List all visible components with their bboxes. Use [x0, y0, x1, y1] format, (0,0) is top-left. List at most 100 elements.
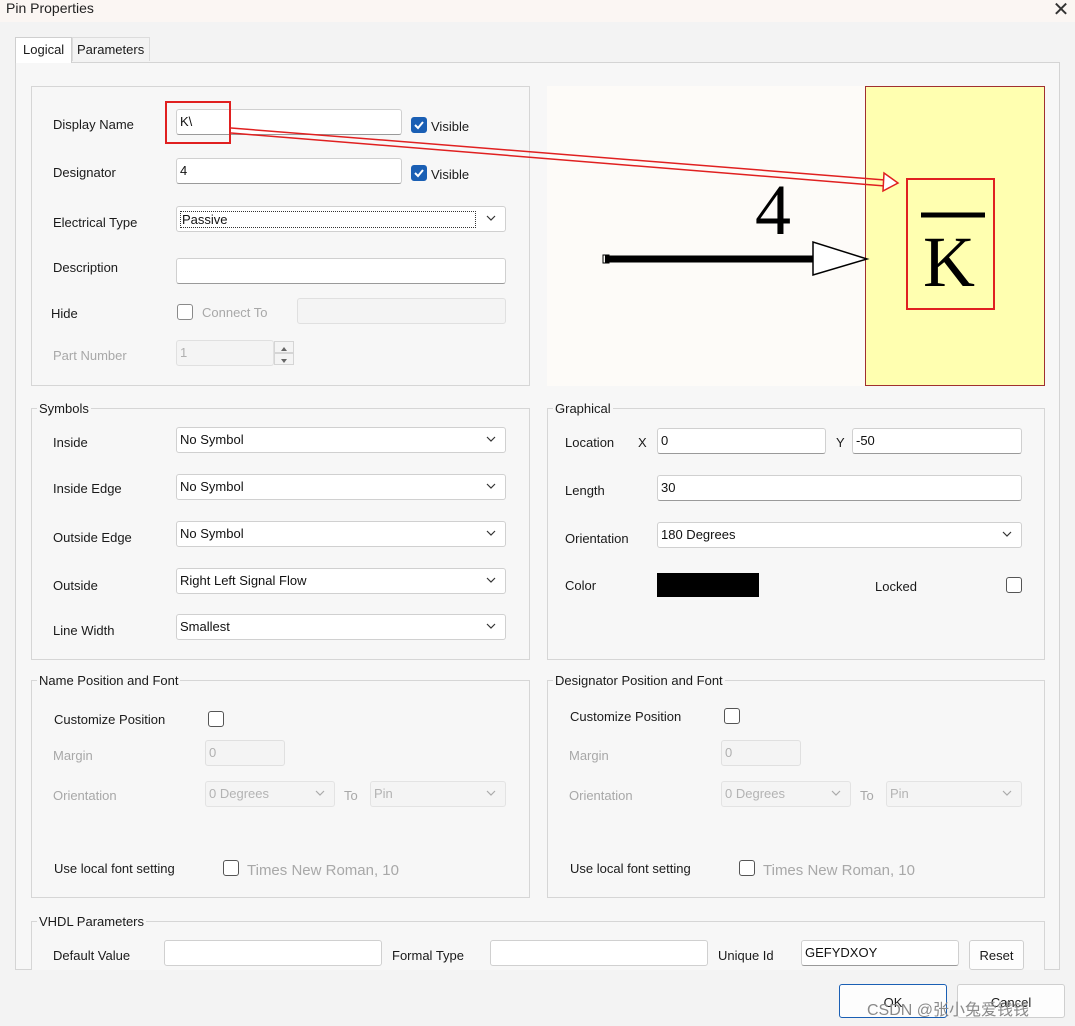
color-label: Color [565, 578, 597, 593]
window-title: Pin Properties [6, 0, 94, 16]
designator-orientation-value: 0 Degrees [725, 786, 785, 801]
designator-to-select[interactable]: Pin [886, 781, 1022, 807]
name-customize-checkbox[interactable] [208, 711, 224, 727]
location-x-input[interactable]: 0 [657, 428, 826, 454]
chevron-down-icon [485, 787, 497, 799]
name-orientation-label: Orientation [53, 788, 117, 803]
close-icon[interactable]: ✕ [1050, 0, 1072, 22]
reset-button[interactable]: Reset [969, 940, 1024, 970]
outside-select[interactable]: Right Left Signal Flow [176, 568, 506, 594]
inside-edge-select[interactable]: No Symbol [176, 474, 506, 500]
orientation-label: Orientation [565, 531, 629, 546]
outside-edge-select[interactable]: No Symbol [176, 521, 506, 547]
inside-edge-label: Inside Edge [53, 481, 122, 496]
chevron-down-icon [485, 620, 497, 632]
designator-local-font-checkbox[interactable] [739, 860, 755, 876]
name-to-label: To [344, 788, 358, 803]
name-local-font-checkbox[interactable] [223, 860, 239, 876]
electrical-type-select[interactable]: Passive [176, 206, 506, 232]
designator-orientation-label: Orientation [569, 788, 633, 803]
part-number-down-button[interactable] [274, 353, 294, 365]
outside-label: Outside [53, 578, 98, 593]
outside-value: Right Left Signal Flow [180, 573, 307, 588]
chevron-down-icon [1001, 528, 1013, 540]
tab-logical[interactable]: Logical [15, 37, 72, 63]
hide-label: Hide [51, 306, 78, 321]
orientation-select[interactable]: 180 Degrees [657, 522, 1022, 548]
inside-edge-value: No Symbol [180, 479, 244, 494]
designator-customize-label: Customize Position [570, 709, 682, 724]
designator-font-title: Designator Position and Font [553, 673, 725, 688]
inside-select[interactable]: No Symbol [176, 427, 506, 453]
electrical-type-value: Passive [180, 211, 476, 228]
outside-edge-value: No Symbol [180, 526, 244, 541]
designator-margin-label: Margin [569, 748, 609, 763]
name-margin-input[interactable]: 0 [205, 740, 285, 766]
designator-margin-input[interactable]: 0 [721, 740, 801, 766]
designator-visible-label: Visible [431, 167, 470, 182]
display-name-highlight [165, 101, 231, 144]
description-input[interactable] [176, 258, 506, 284]
hide-checkbox[interactable] [177, 304, 193, 320]
unique-id-input[interactable]: GEFYDXOY [801, 940, 959, 966]
name-to-select[interactable]: Pin [370, 781, 506, 807]
display-name-visible-label: Visible [431, 119, 470, 134]
chevron-down-icon [485, 527, 497, 539]
line-width-select[interactable]: Smallest [176, 614, 506, 640]
chevron-down-icon [485, 212, 497, 224]
description-label: Description [53, 260, 119, 275]
designator-customize-checkbox[interactable] [724, 708, 740, 724]
connect-to-input[interactable] [297, 298, 506, 324]
display-name-visible-checkbox[interactable] [411, 117, 427, 133]
electrical-type-label: Electrical Type [53, 215, 138, 230]
name-orientation-select[interactable]: 0 Degrees [205, 781, 335, 807]
line-width-label: Line Width [53, 623, 115, 638]
name-to-value: Pin [374, 786, 393, 801]
inside-value: No Symbol [180, 432, 244, 447]
designator-visible-checkbox[interactable] [411, 165, 427, 181]
formal-type-label: Formal Type [392, 948, 465, 963]
designator-orientation-select[interactable]: 0 Degrees [721, 781, 851, 807]
designator-input[interactable]: 4 [176, 158, 402, 184]
inside-label: Inside [53, 435, 88, 450]
connect-to-label: Connect To [202, 305, 268, 320]
designator-font-text[interactable]: Times New Roman, 10 [763, 862, 915, 879]
name-font-title: Name Position and Font [37, 673, 181, 688]
name-orientation-value: 0 Degrees [209, 786, 269, 801]
length-input[interactable]: 30 [657, 475, 1022, 501]
part-number-label: Part Number [53, 348, 127, 363]
title-bar [0, 0, 1075, 22]
formal-type-input[interactable] [490, 940, 708, 966]
location-y-label: Y [836, 435, 845, 450]
name-local-font-label: Use local font setting [54, 861, 175, 876]
chevron-down-icon [314, 787, 326, 799]
color-swatch[interactable] [657, 573, 759, 597]
vhdl-title: VHDL Parameters [37, 914, 146, 929]
chevron-down-icon [830, 787, 842, 799]
name-font-text[interactable]: Times New Roman, 10 [247, 862, 399, 879]
default-value-label: Default Value [53, 948, 131, 963]
location-x-label: X [638, 435, 647, 450]
designator-to-label: To [860, 788, 874, 803]
designator-label: Designator [53, 165, 116, 180]
name-margin-label: Margin [53, 748, 93, 763]
display-name-label: Display Name [53, 117, 134, 132]
chevron-down-icon [485, 480, 497, 492]
chevron-down-icon [485, 433, 497, 445]
pin-name-highlight [906, 178, 995, 310]
graphical-title: Graphical [553, 401, 613, 416]
part-number-input[interactable]: 1 [176, 340, 274, 366]
locked-checkbox[interactable] [1006, 577, 1022, 593]
part-number-up-button[interactable] [274, 341, 294, 353]
chevron-down-icon [1001, 787, 1013, 799]
designator-to-value: Pin [890, 786, 909, 801]
orientation-value: 180 Degrees [661, 527, 736, 542]
pin-preview: 4 K [547, 86, 1045, 386]
location-y-input[interactable]: -50 [852, 428, 1022, 454]
default-value-input[interactable] [164, 940, 382, 966]
symbols-title: Symbols [37, 401, 91, 416]
tab-parameters[interactable]: Parameters [72, 37, 150, 61]
pin-designator-text: 4 [755, 170, 791, 250]
outside-edge-label: Outside Edge [53, 530, 132, 545]
location-label: Location [565, 435, 615, 450]
